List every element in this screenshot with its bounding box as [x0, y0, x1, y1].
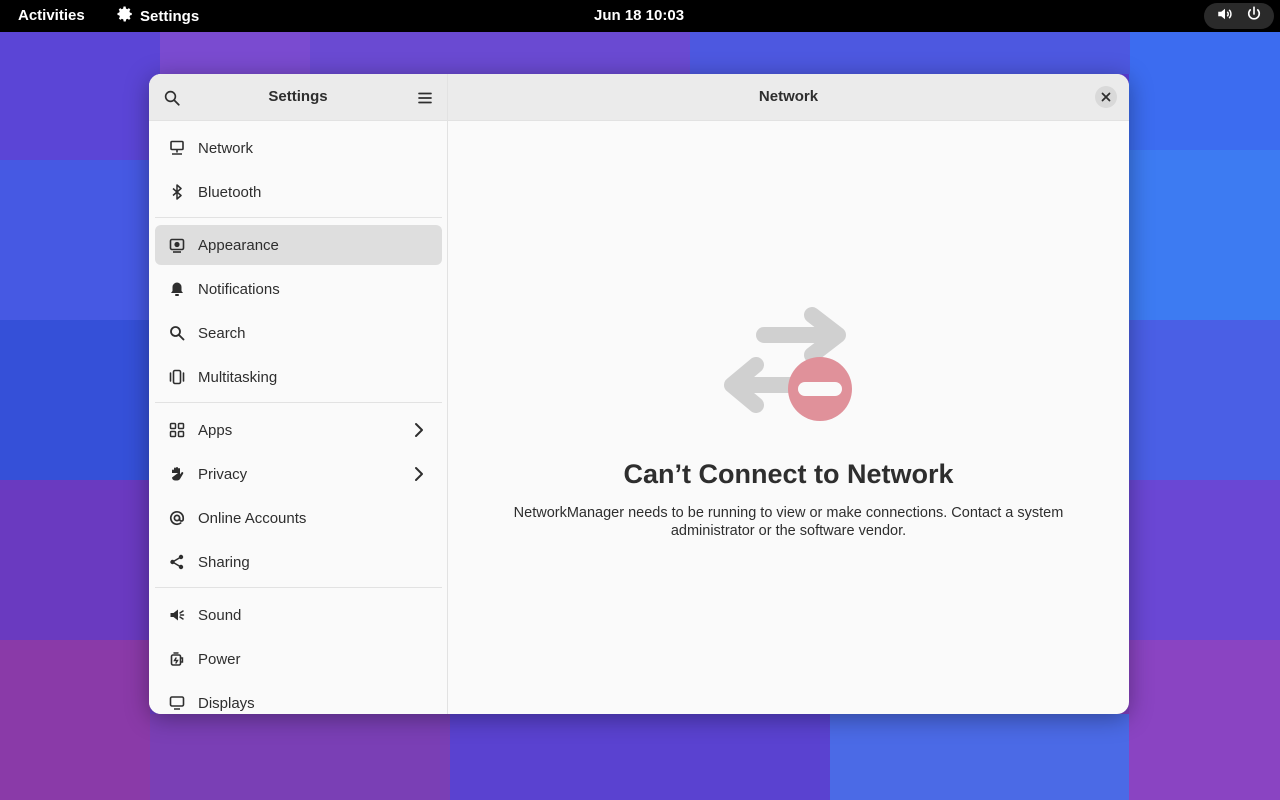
- network-wired-icon: [169, 140, 185, 156]
- sidebar-item-label: Apps: [198, 421, 233, 439]
- apps-grid-icon: [169, 422, 185, 438]
- sidebar-nav: Network Bluetooth Appearance Notificatio…: [155, 128, 442, 714]
- status-page: Can’t Connect to Network NetworkManager …: [448, 121, 1129, 714]
- appearance-icon: [169, 237, 185, 253]
- top-bar: Activities Settings Jun 18 10:03: [0, 0, 1280, 32]
- gear-icon: [116, 5, 134, 27]
- clock[interactable]: Jun 18 10:03: [594, 7, 684, 24]
- status-description: NetworkManager needs to be running to vi…: [513, 505, 1064, 539]
- volume-icon: [1216, 5, 1234, 27]
- display-icon: [169, 695, 185, 711]
- bluetooth-icon: [169, 184, 185, 200]
- search-icon: [169, 325, 185, 341]
- status-title: Can’t Connect to Network: [623, 459, 954, 489]
- app-menu[interactable]: Settings: [116, 5, 199, 27]
- hamburger-menu-icon: [418, 92, 432, 104]
- sidebar-item-sharing[interactable]: Sharing: [155, 542, 442, 582]
- sidebar-item-label: Online Accounts: [198, 509, 307, 527]
- sidebar-item-label: Notifications: [198, 280, 280, 298]
- sidebar-item-label: Multitasking: [198, 368, 278, 386]
- page-title: Network: [758, 88, 819, 105]
- multitasking-icon: [169, 369, 185, 385]
- power-plug-icon: [169, 651, 185, 667]
- sidebar-item-label: Search: [198, 324, 246, 342]
- system-tray[interactable]: [1204, 3, 1274, 29]
- close-icon: [1101, 92, 1111, 102]
- hand-icon: [169, 466, 185, 482]
- sidebar-item-displays[interactable]: Displays: [155, 683, 442, 714]
- sidebar-item-label: Power: [198, 650, 241, 668]
- activities-button[interactable]: Activities: [18, 7, 85, 24]
- sidebar-separator: [155, 587, 442, 588]
- sidebar-item-notifications[interactable]: Notifications: [155, 269, 442, 309]
- close-button[interactable]: [1095, 86, 1117, 108]
- power-icon: [1245, 5, 1263, 27]
- settings-window: Settings Network Bluetooth Appearance No…: [149, 74, 1129, 714]
- network-error-icon: [724, 307, 852, 421]
- sidebar-header: Settings: [149, 74, 447, 121]
- sidebar-item-label: Appearance: [198, 236, 279, 254]
- sidebar-item-label: Sharing: [198, 553, 250, 571]
- chevron-right-icon: [415, 423, 423, 437]
- at-icon: [169, 510, 185, 526]
- sidebar-item-sound[interactable]: Sound: [155, 595, 442, 635]
- sidebar-item-appearance[interactable]: Appearance: [155, 225, 442, 265]
- sidebar-separator: [155, 402, 442, 403]
- sidebar-item-label: Bluetooth: [198, 183, 262, 201]
- sidebar-item-apps[interactable]: Apps: [155, 410, 442, 450]
- sidebar-item-label: Network: [198, 139, 254, 157]
- app-menu-label: Settings: [140, 7, 200, 25]
- chevron-right-icon: [415, 467, 423, 481]
- sidebar-item-bluetooth[interactable]: Bluetooth: [155, 172, 442, 212]
- sidebar-item-online-accounts[interactable]: Online Accounts: [155, 498, 442, 538]
- bell-icon: [169, 281, 185, 297]
- sidebar-item-search[interactable]: Search: [155, 313, 442, 353]
- content-header: Network: [448, 74, 1129, 121]
- sidebar: Settings Network Bluetooth Appearance No…: [149, 74, 448, 714]
- sidebar-item-label: Sound: [198, 606, 242, 624]
- sidebar-title: Settings: [268, 88, 328, 105]
- share-icon: [169, 554, 185, 570]
- main-menu-button[interactable]: [413, 86, 437, 110]
- sidebar-item-label: Privacy: [198, 465, 248, 483]
- sidebar-item-power[interactable]: Power: [155, 639, 442, 679]
- sidebar-item-privacy[interactable]: Privacy: [155, 454, 442, 494]
- speaker-icon: [169, 607, 185, 623]
- sidebar-item-multitasking[interactable]: Multitasking: [155, 357, 442, 397]
- sidebar-item-label: Displays: [198, 694, 255, 712]
- sidebar-separator: [155, 217, 442, 218]
- sidebar-item-network[interactable]: Network: [155, 128, 442, 168]
